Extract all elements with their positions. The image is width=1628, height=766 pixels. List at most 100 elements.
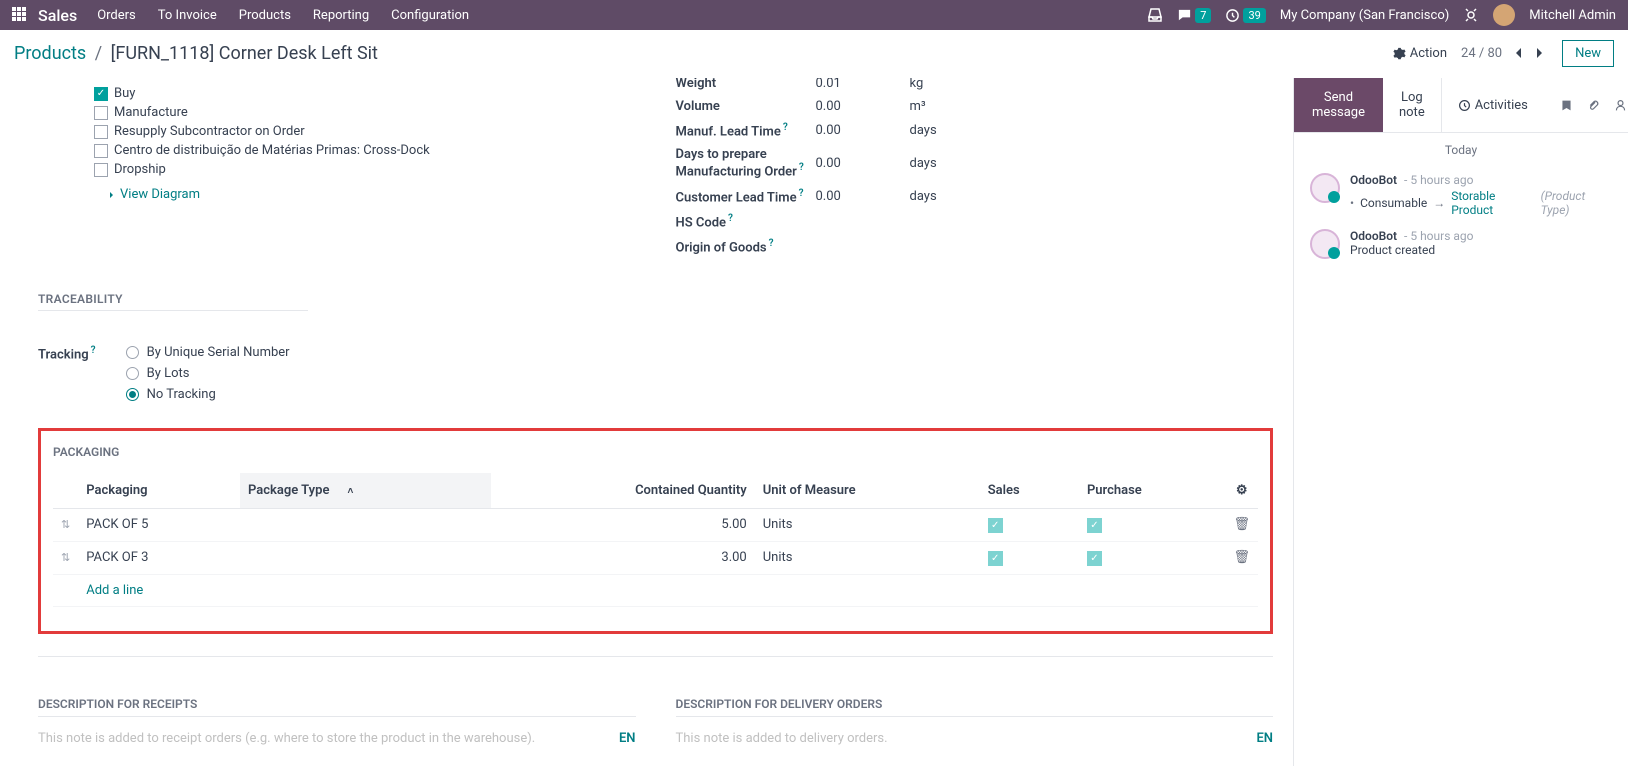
col-purchase[interactable]: Purchase — [1079, 473, 1226, 509]
volume-unit: m³ — [910, 99, 926, 114]
menu-to-invoice[interactable]: To Invoice — [158, 8, 217, 23]
desc-receipts-input[interactable]: This note is added to receipt orders (e.… — [38, 731, 619, 746]
col-sales[interactable]: Sales — [980, 473, 1079, 509]
tracking-none-label: No Tracking — [147, 387, 216, 402]
pager: 24 / 80 — [1461, 44, 1548, 63]
messages-icon[interactable]: 7 — [1177, 8, 1211, 23]
pkg-qty[interactable]: 5.00 — [491, 508, 755, 541]
col-uom[interactable]: Unit of Measure — [755, 473, 980, 509]
customer-lead-value[interactable]: 0.00 — [816, 189, 910, 204]
add-line-link[interactable]: Add a line — [86, 575, 151, 606]
table-row[interactable]: ⇅ PACK OF 3 3.00 Units ✓ ✓ 🗑 — [53, 541, 1258, 574]
delete-row-icon[interactable]: 🗑 — [1233, 517, 1250, 532]
page-header: Products / [FURN_1118] Corner Desk Left … — [0, 30, 1628, 78]
bookmark-icon[interactable] — [1560, 98, 1573, 113]
tracking-label: Tracking? — [38, 339, 96, 408]
days-prepare-value[interactable]: 0.00 — [816, 156, 910, 171]
pager-prev[interactable] — [1510, 44, 1528, 63]
log-author[interactable]: OdooBot — [1350, 229, 1397, 243]
manuf-lead-label: Manuf. Lead Time? — [676, 122, 816, 139]
col-packaging[interactable]: Packaging — [78, 473, 240, 509]
manuf-lead-value[interactable]: 0.00 — [816, 123, 910, 138]
customer-lead-label: Customer Lead Time? — [676, 188, 816, 205]
origin-label: Origin of Goods? — [676, 238, 816, 255]
weight-value[interactable]: 0.01 — [816, 78, 910, 91]
new-button[interactable]: New — [1562, 40, 1614, 67]
route-buy-label: Buy — [114, 86, 135, 101]
pkg-name[interactable]: PACK OF 3 — [78, 541, 240, 574]
debug-icon[interactable] — [1463, 7, 1479, 23]
tracking-serial-radio[interactable] — [126, 346, 139, 359]
main-form: ✓Buy Manufacture Resupply Subcontractor … — [0, 78, 1293, 766]
pkg-qty[interactable]: 3.00 — [491, 541, 755, 574]
route-crossdock-label: Centro de distribuição de Matérias Prima… — [114, 143, 430, 158]
send-message-button[interactable]: Send message — [1294, 78, 1383, 132]
menu-orders[interactable]: Orders — [97, 8, 136, 23]
log-note-button[interactable]: Log note — [1383, 78, 1441, 132]
main-menu: Orders To Invoice Products Reporting Con… — [97, 8, 469, 23]
tracking-lots-label: By Lots — [147, 366, 190, 381]
tracking-lots-radio[interactable] — [126, 367, 139, 380]
drag-handle-icon[interactable]: ⇅ — [61, 518, 70, 531]
route-dropship-checkbox[interactable] — [94, 163, 108, 177]
route-buy-checkbox[interactable]: ✓ — [94, 87, 108, 101]
weight-unit: kg — [910, 78, 924, 91]
bot-avatar-icon — [1310, 229, 1340, 259]
delete-row-icon[interactable]: 🗑 — [1233, 550, 1250, 565]
lang-toggle[interactable]: EN — [619, 731, 636, 746]
apps-icon[interactable] — [12, 7, 28, 23]
route-resupply-checkbox[interactable] — [94, 125, 108, 139]
log-time: - 5 hours ago — [1401, 173, 1473, 187]
bot-avatar-icon — [1310, 173, 1340, 203]
attachment-icon[interactable] — [1587, 98, 1600, 113]
change-field: (Product Type) — [1541, 189, 1612, 217]
col-package-type[interactable]: Package Type˄ — [240, 473, 491, 509]
lang-toggle[interactable]: EN — [1256, 731, 1273, 746]
app-brand[interactable]: Sales — [38, 6, 77, 25]
volume-value[interactable]: 0.00 — [816, 99, 910, 114]
log-entry: OdooBot - 5 hours ago •Consumable→Storab… — [1294, 167, 1628, 223]
sales-checkbox[interactable]: ✓ — [988, 551, 1003, 566]
route-crossdock-checkbox[interactable] — [94, 144, 108, 158]
followers-count[interactable]: 0 — [1614, 98, 1628, 113]
sales-checkbox[interactable]: ✓ — [988, 518, 1003, 533]
traceability-title: TRACEABILITY — [38, 292, 308, 311]
action-menu[interactable]: Action — [1393, 46, 1447, 61]
change-new: Storable Product — [1451, 189, 1534, 217]
breadcrumb-current: [FURN_1118] Corner Desk Left Sit — [111, 43, 378, 64]
pkg-name[interactable]: PACK OF 5 — [78, 508, 240, 541]
log-entry: OdooBot - 5 hours ago Product created — [1294, 223, 1628, 265]
log-time: - 5 hours ago — [1401, 229, 1473, 243]
weight-label: Weight — [676, 78, 816, 91]
tracking-serial-label: By Unique Serial Number — [147, 345, 290, 360]
activities-button[interactable]: Activities — [1441, 78, 1544, 132]
table-row[interactable]: ⇅ PACK OF 5 5.00 Units ✓ ✓ 🗑 — [53, 508, 1258, 541]
table-settings-icon[interactable]: ⚙ — [1236, 483, 1248, 498]
purchase-checkbox[interactable]: ✓ — [1087, 518, 1102, 533]
pager-count[interactable]: 24 / 80 — [1461, 46, 1502, 61]
user-name[interactable]: Mitchell Admin — [1529, 8, 1616, 23]
desc-delivery-input[interactable]: This note is added to delivery orders. — [676, 731, 1257, 746]
tracking-none-radio[interactable] — [126, 388, 139, 401]
company-name[interactable]: My Company (San Francisco) — [1280, 8, 1449, 23]
view-diagram-link[interactable]: View Diagram — [104, 187, 200, 202]
purchase-checkbox[interactable]: ✓ — [1087, 551, 1102, 566]
tray-icon[interactable] — [1147, 7, 1163, 23]
days-prepare-label: Days to prepare Manufacturing Order? — [676, 147, 816, 179]
packaging-title: PACKAGING — [53, 445, 1258, 459]
pager-next[interactable] — [1530, 44, 1548, 63]
menu-configuration[interactable]: Configuration — [391, 8, 469, 23]
menu-reporting[interactable]: Reporting — [313, 8, 369, 23]
route-manufacture-checkbox[interactable] — [94, 106, 108, 120]
desc-receipts-title: DESCRIPTION FOR RECEIPTS — [38, 697, 636, 717]
col-qty[interactable]: Contained Quantity — [491, 473, 755, 509]
desc-delivery-title: DESCRIPTION FOR DELIVERY ORDERS — [676, 697, 1274, 717]
user-avatar[interactable] — [1493, 4, 1515, 26]
breadcrumb-root[interactable]: Products — [14, 43, 86, 64]
log-author[interactable]: OdooBot — [1350, 173, 1397, 187]
drag-handle-icon[interactable]: ⇅ — [61, 551, 70, 564]
menu-products[interactable]: Products — [239, 8, 291, 23]
hscode-label: HS Code? — [676, 213, 816, 230]
activities-icon[interactable]: 39 — [1225, 8, 1265, 23]
packaging-section: PACKAGING Packaging Package Type˄ Contai… — [38, 428, 1273, 634]
